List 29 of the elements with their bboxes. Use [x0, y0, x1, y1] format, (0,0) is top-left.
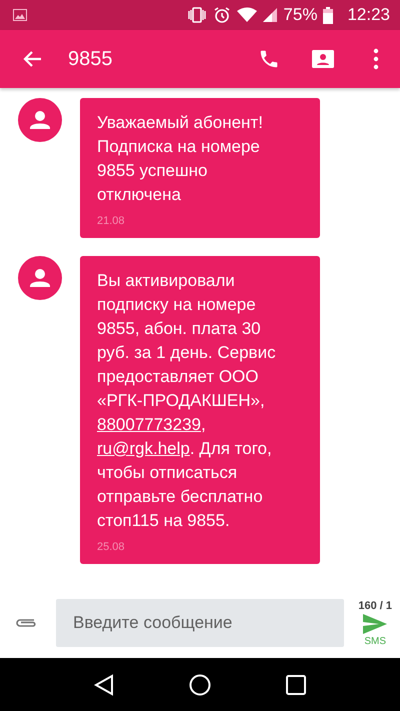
character-counter: 160 / 1 [358, 600, 392, 612]
back-arrow-icon[interactable] [22, 50, 42, 68]
send-icon[interactable] [363, 614, 388, 634]
image-icon [13, 9, 27, 21]
wifi-icon [237, 7, 258, 23]
battery-percent: 75% [283, 5, 318, 25]
vibrate-icon [187, 7, 208, 23]
signal-icon [263, 8, 278, 22]
message-link[interactable]: 88007773239 [97, 415, 202, 434]
home-icon[interactable] [188, 674, 211, 696]
avatar-icon[interactable] [18, 98, 62, 142]
message-text: Уважаемый абонент! Подписка на номере 9855 успешно отключена [97, 112, 264, 206]
paperclip-icon[interactable] [14, 617, 38, 629]
message-date: 25.08 [97, 541, 125, 553]
phone-icon[interactable] [258, 48, 280, 70]
clock: 12:23 [347, 5, 390, 25]
message-link[interactable]: ru@rgk.help [97, 439, 190, 458]
more-options-icon[interactable] [373, 48, 379, 70]
contact-card-icon[interactable] [312, 50, 334, 68]
conversation-title: 9855 [68, 48, 112, 70]
send-mode-label: SMS [364, 636, 386, 646]
message-date: 21.08 [97, 215, 125, 227]
recents-icon[interactable] [286, 674, 306, 694]
battery-icon [323, 6, 334, 24]
back-icon[interactable] [94, 674, 114, 696]
alarm-icon [213, 6, 232, 24]
message-input[interactable]: Введите сообщение [56, 599, 344, 647]
message-text: Вы активировали подписку на номере 9855, абон. плата 30 руб. за 1 день. Сервис предоставляет ООО «РГК-ПРОДАКШЕН», 88007773239, ru@rgk.help. Для того, чтобы отписаться отправьте бесплатно стоп115 на 9855. [97, 270, 277, 532]
avatar-icon[interactable] [18, 256, 62, 300]
